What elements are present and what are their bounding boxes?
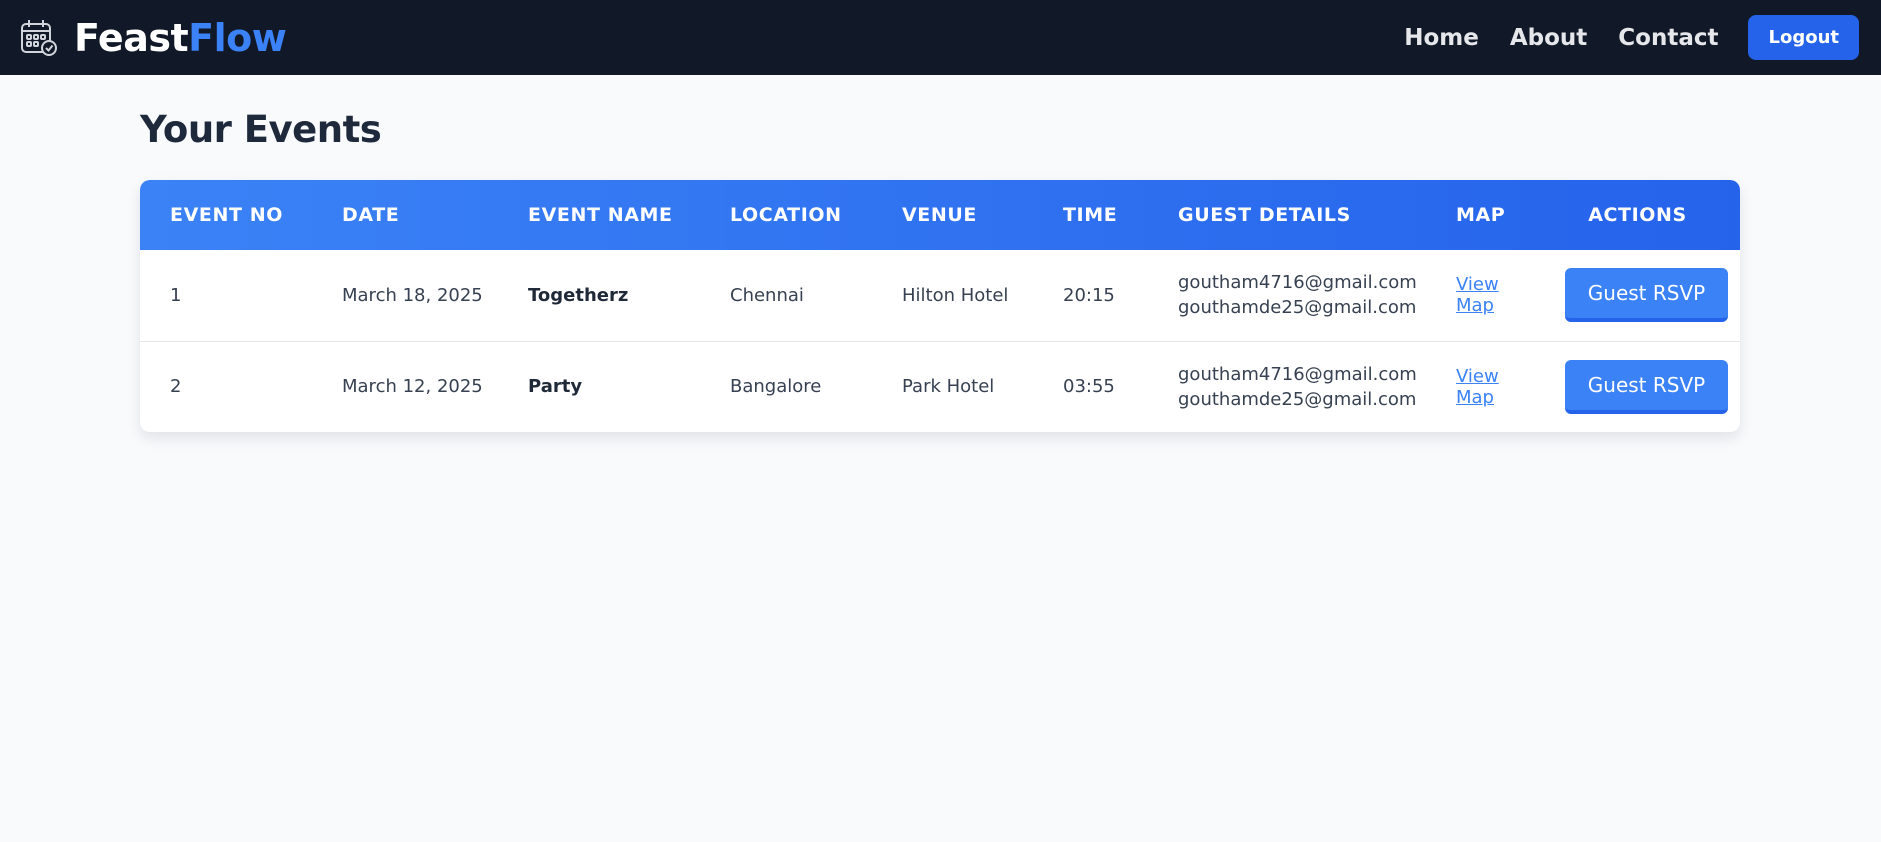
logout-button[interactable]: Logout [1748,15,1859,60]
header-event-no: EVENT NO [170,204,283,226]
header-time: TIME [1063,204,1118,226]
guest-email: goutham4716@gmail.com [1178,363,1417,385]
guest-email: goutham4716@gmail.com [1178,272,1417,294]
guest-details: goutham4716@gmail.com gouthamde25@gmail.… [1148,250,1426,341]
event-location: Bangalore [730,376,822,398]
calendar-check-icon [20,19,58,57]
page-title: Your Events [140,108,382,151]
nav-link-home[interactable]: Home [1404,25,1479,51]
header-location: LOCATION [730,204,842,226]
event-name: Party [528,376,583,398]
table-header-row: EVENT NO DATE EVENT NAME LOCATION VENUE … [140,180,1740,250]
event-time: 03:55 [1063,376,1115,398]
event-name: Togetherz [528,284,629,306]
table-row: 1 March 18, 2025 Togetherz Chennai Hilto… [140,250,1740,341]
header-map: MAP [1456,204,1506,226]
events-table: EVENT NO DATE EVENT NAME LOCATION VENUE … [140,180,1740,432]
guest-rsvp-button[interactable]: Guest RSVP [1565,268,1728,323]
event-venue: Park Hotel [902,376,995,398]
event-date: March 12, 2025 [342,376,483,398]
top-navbar: FeastFlow Home About Contact Logout [0,0,1881,75]
map-cell: View Map [1426,341,1535,432]
event-time: 20:15 [1063,284,1115,306]
header-actions: ACTIONS [1588,204,1687,226]
guest-rsvp-button[interactable]: Guest RSVP [1565,359,1728,414]
events-table-card: EVENT NO DATE EVENT NAME LOCATION VENUE … [140,180,1740,432]
nav-links: Home About Contact Logout [1373,15,1859,60]
event-no: 1 [170,284,182,306]
guest-details: goutham4716@gmail.com gouthamde25@gmail.… [1148,341,1426,432]
brand-name-part1: Feast [74,15,189,60]
header-date: DATE [342,204,400,226]
nav-link-contact[interactable]: Contact [1618,25,1718,51]
brand[interactable]: FeastFlow [20,15,287,60]
event-venue: Hilton Hotel [902,284,1009,306]
view-map-link[interactable]: View Map [1456,366,1499,408]
table-row: 2 March 12, 2025 Party Bangalore Park Ho… [140,341,1740,432]
brand-name-part2: Flow [188,15,287,60]
header-guest-details: GUEST DETAILS [1178,204,1351,226]
header-venue: VENUE [902,204,977,226]
view-map-link[interactable]: View Map [1456,274,1499,316]
guest-email: gouthamde25@gmail.com [1178,297,1417,319]
event-location: Chennai [730,284,804,306]
main-content: Your Events EVENT NO DATE EVENT NAME LOC [0,108,1881,432]
nav-link-about[interactable]: About [1510,25,1587,51]
actions-cell: Guest RSVP [1535,250,1740,341]
event-no: 2 [170,376,182,398]
brand-name: FeastFlow [74,15,287,60]
actions-cell: Guest RSVP [1535,341,1740,432]
event-date: March 18, 2025 [342,284,483,306]
header-event-name: EVENT NAME [528,204,673,226]
guest-email: gouthamde25@gmail.com [1178,388,1417,410]
map-cell: View Map [1426,250,1535,341]
